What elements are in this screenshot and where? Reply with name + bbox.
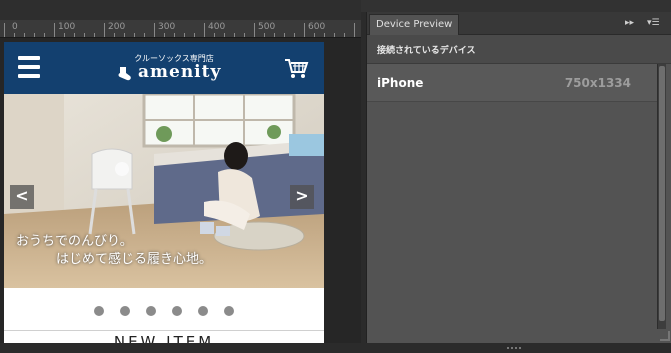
slider-dot[interactable]	[198, 306, 208, 316]
slider-next-button[interactable]: >	[290, 185, 314, 209]
ruler-label: 300	[158, 22, 176, 32]
ruler-tick	[294, 33, 295, 37]
resize-grip-icon[interactable]	[507, 334, 525, 349]
device-name: iPhone	[377, 76, 424, 90]
ruler-tick	[174, 33, 175, 37]
ruler-tick	[34, 33, 35, 37]
ruler-tick	[64, 33, 65, 37]
site-logo[interactable]: amenity	[114, 62, 234, 86]
ruler-tick	[264, 33, 265, 37]
horizontal-ruler: 0 100 200 300 400 500 600	[0, 20, 361, 38]
ruler-tick	[184, 33, 185, 37]
ruler-tick	[164, 33, 165, 37]
ruler-tick	[44, 33, 45, 37]
ruler-tick	[344, 33, 345, 37]
mobile-page-preview: クルーソックス専門店 amenity < > おうちでのんびり。 はじめて感じる…	[4, 42, 324, 343]
panel-dock-bar	[361, 0, 671, 12]
connected-devices-header: 接続されているデバイス	[367, 35, 671, 64]
panel-expand-button[interactable]: ▸▸	[625, 17, 634, 29]
device-list-item[interactable]: iPhone 750x1334	[367, 64, 657, 102]
ruler-tick	[134, 33, 135, 37]
ruler-tick	[104, 23, 105, 37]
ruler-tick	[124, 33, 125, 37]
canvas-top-strip	[0, 0, 361, 20]
ruler-tick	[114, 33, 115, 37]
panel-menu-button[interactable]: ▾☰	[647, 17, 660, 29]
hero-caption-line2: はじめて感じる履き心地。	[56, 252, 213, 267]
ruler-tick	[204, 23, 205, 37]
ruler-tick	[214, 33, 215, 37]
slider-dot[interactable]	[120, 306, 130, 316]
slider-dot[interactable]	[172, 306, 182, 316]
shopping-cart-icon[interactable]	[283, 55, 309, 81]
scrollbar-thumb[interactable]	[659, 66, 665, 321]
ruler-tick	[274, 33, 275, 37]
section-divider	[4, 330, 324, 331]
ruler-tick	[84, 33, 85, 37]
new-item-heading: NEW ITEM	[113, 333, 215, 343]
logo-wordmark: amenity	[138, 62, 222, 82]
ruler-tick	[234, 33, 235, 37]
ruler-tick	[314, 33, 315, 37]
connected-devices-label: 接続されているデバイス	[377, 46, 476, 56]
ruler-label: 0	[12, 22, 18, 32]
slider-prev-button[interactable]: <	[10, 185, 34, 209]
ruler-tick	[224, 33, 225, 37]
ruler-label: 600	[308, 22, 326, 32]
tab-device-preview[interactable]: Device Preview	[369, 14, 460, 35]
ruler-tick	[94, 33, 95, 37]
sock-logo-icon	[118, 65, 131, 81]
ruler-tick	[244, 33, 245, 37]
ruler-tick	[254, 23, 255, 37]
ruler-label: 500	[258, 22, 276, 32]
ruler-tick	[284, 33, 285, 37]
hero-slideshow[interactable]: < > おうちでのんびり。 はじめて感じる履き心地。	[4, 94, 324, 288]
site-header: クルーソックス専門店 amenity	[4, 42, 324, 94]
ruler-label: 100	[58, 22, 76, 32]
ruler-tick	[144, 33, 145, 37]
ruler-tick	[334, 33, 335, 37]
device-resolution: 750x1334	[564, 76, 631, 90]
ruler-tick	[354, 23, 355, 37]
ruler-tick	[14, 33, 15, 37]
ruler-tick	[4, 23, 5, 37]
slider-dot[interactable]	[146, 306, 156, 316]
ruler-label: 200	[108, 22, 126, 32]
slider-dot[interactable]	[224, 306, 234, 316]
device-preview-panel: Device Preview ▸▸ ▾☰ 接続されているデバイス iPhone …	[366, 12, 671, 349]
ruler-tick	[24, 33, 25, 37]
ruler-tick	[304, 23, 305, 37]
slider-pagination	[4, 301, 324, 316]
hero-caption-line1: おうちでのんびり。	[16, 234, 133, 249]
vertical-scrollbar[interactable]	[657, 64, 666, 329]
hamburger-icon[interactable]	[18, 56, 40, 78]
ruler-label: 400	[208, 22, 226, 32]
ruler-tick	[54, 23, 55, 37]
ruler-tick	[324, 33, 325, 37]
panel-tab-bar: Device Preview ▸▸ ▾☰	[367, 12, 671, 35]
slider-dot[interactable]	[94, 306, 104, 316]
ruler-tick	[154, 23, 155, 37]
ruler-tick	[74, 33, 75, 37]
design-canvas: 0 100 200 300 400 500 600 クルーソックス専門店 ame…	[0, 0, 361, 343]
ruler-tick	[194, 33, 195, 37]
panel-resize-corner-icon[interactable]	[660, 331, 670, 341]
